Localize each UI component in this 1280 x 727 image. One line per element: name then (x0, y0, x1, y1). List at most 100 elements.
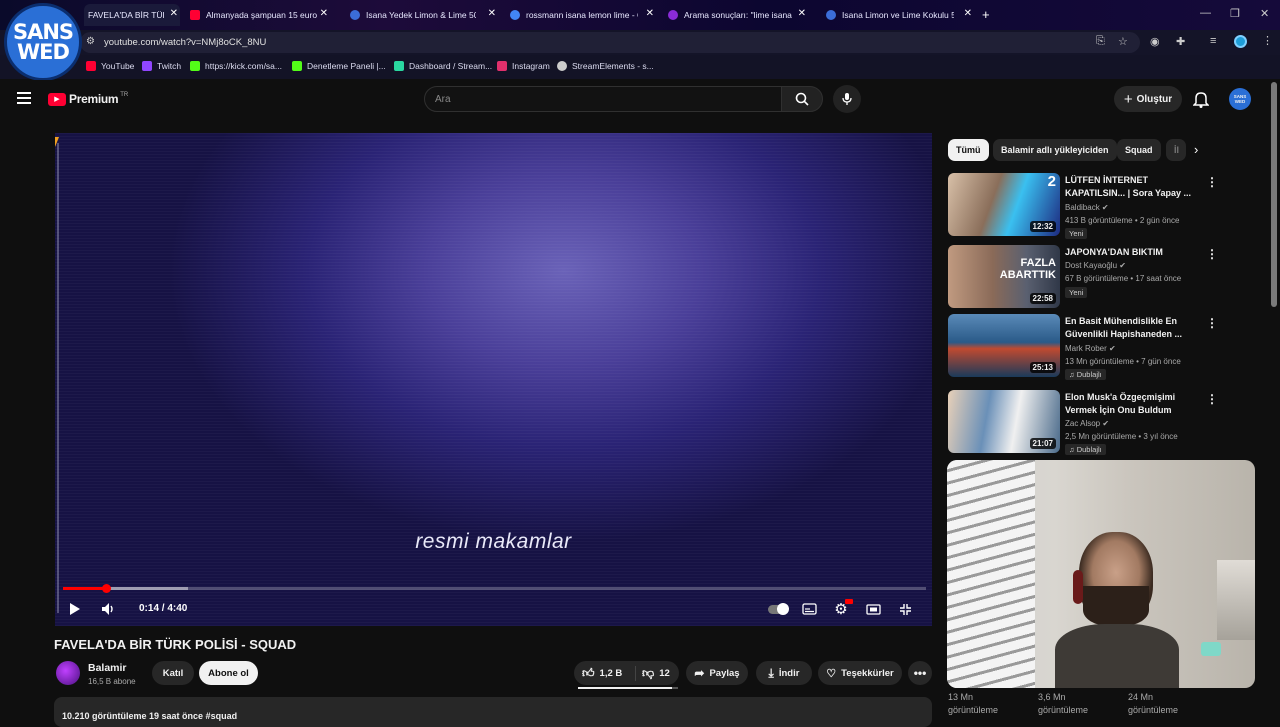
browser-tab[interactable]: FAVELA'DA BİR TÜRK POLİSİ - S ✕ (84, 4, 180, 26)
subtitles-button[interactable] (799, 599, 819, 619)
more-vertical-icon[interactable]: ⋮ (1206, 316, 1218, 330)
browser-tab[interactable]: Isana Yedek Limon & Lime 50 ✕ (350, 4, 498, 26)
minimize-icon[interactable]: — (1200, 7, 1211, 19)
autoplay-toggle[interactable] (767, 599, 789, 619)
bookmark-youtube[interactable]: YouTube (86, 61, 134, 71)
close-window-icon[interactable]: ✕ (1260, 7, 1269, 20)
more-vertical-icon[interactable]: ⋮ (1206, 175, 1218, 189)
bookmark-label: Denetleme Paneli |... (307, 61, 386, 71)
dashboard-icon (394, 61, 404, 71)
media-icon[interactable]: ≡ (1210, 35, 1216, 47)
more-vertical-icon[interactable]: ⋮ (1206, 392, 1218, 406)
puzzle-icon[interactable]: ✚ (1176, 35, 1185, 48)
bookmark-label: https://kick.com/sa... (205, 61, 282, 71)
related-view-count: 24 Mn görüntüleme (1128, 692, 1179, 715)
like-progress-indicator (578, 687, 678, 689)
thumbnail-text-overlay: FAZLA ABARTTIK (999, 257, 1056, 281)
install-icon[interactable]: ⎘ (1096, 35, 1105, 48)
close-icon[interactable]: ✕ (488, 8, 496, 19)
extension-icon[interactable]: ◉ (1150, 35, 1160, 48)
recommendation-item[interactable]: 2 12:32 LÜTFEN İNTERNET KAPATILSIN... | … (948, 173, 1224, 239)
subscribe-button[interactable]: Abone ol (199, 661, 258, 685)
bookmark-denetleme[interactable]: Denetleme Paneli |... (292, 61, 386, 71)
description-box[interactable]: 10.210 görüntüleme 19 saat önce #squad (54, 697, 932, 727)
browser-menu-icon[interactable]: ⋮ (1262, 34, 1273, 47)
search-input[interactable]: Ara (424, 86, 782, 112)
chip-squad[interactable]: Squad (1117, 139, 1161, 161)
chevron-right-icon[interactable]: › (1194, 142, 1198, 157)
youtube-logo[interactable]: ▶ Premium TR (48, 92, 128, 106)
close-icon[interactable]: ✕ (646, 8, 654, 19)
site-info-icon[interactable]: ⚙ (86, 36, 95, 47)
browser-tab[interactable]: Arama sonuçları: "lime isana lim ✕ (668, 4, 808, 26)
progress-played (63, 587, 107, 590)
verified-icon: ✔ (1101, 203, 1109, 212)
hamburger-menu-icon[interactable] (17, 92, 31, 104)
recommendation-item[interactable]: 21:07 Elon Musk'a Özgeçmişimi Vermek İçi… (948, 390, 1224, 455)
profile-icon[interactable] (1234, 35, 1247, 48)
close-icon[interactable]: ✕ (964, 8, 972, 19)
logo-line: WED (17, 40, 70, 64)
video-thumbnail[interactable]: 25:13 (948, 314, 1060, 377)
bookmark-label: Instagram (512, 61, 550, 71)
search-button[interactable] (781, 86, 823, 112)
recommendation-item[interactable]: 25:13 En Basit Mühendislikle En Güvenlik… (948, 314, 1224, 380)
close-icon[interactable]: ✕ (320, 8, 328, 19)
browser-tab[interactable]: Almanyada şampuan 15 euro d ✕ (190, 4, 330, 26)
bookmark-star-icon[interactable]: ☆ (1118, 35, 1128, 48)
maximize-icon[interactable]: ❐ (1230, 7, 1240, 20)
youtube-icon (86, 61, 96, 71)
chip-related[interactable]: İl (1166, 139, 1186, 161)
recommendation-title: JAPONYA'DAN BIKTIM (1065, 247, 1163, 257)
search-icon (795, 92, 809, 106)
voice-search-button[interactable] (833, 85, 861, 113)
video-duration: 25:13 (1029, 362, 1056, 373)
like-button[interactable]: 👍︎ 1,2 B (574, 665, 636, 681)
recommendation-item[interactable]: FAZLA ABARTTIK 22:58 JAPONYA'DAN BIKTIM D… (948, 245, 1224, 309)
chip-from-uploader[interactable]: Balamir adlı yükleyiciden (993, 139, 1117, 161)
fullscreen-button[interactable] (895, 599, 915, 619)
bookmark-streamelements[interactable]: StreamElements - s... (557, 61, 654, 71)
bookmark-instagram[interactable]: Instagram (497, 61, 550, 71)
more-vertical-icon[interactable]: ⋮ (1206, 247, 1218, 261)
bookmark-dashboard[interactable]: Dashboard / Stream... (394, 61, 492, 71)
video-thumbnail[interactable]: 21:07 (948, 390, 1060, 453)
more-actions-button[interactable]: ••• (908, 661, 932, 685)
settings-button[interactable]: ⚙ (831, 599, 853, 619)
dislike-button[interactable]: 👎︎ 12 (636, 666, 670, 681)
download-button[interactable]: ⤓ İndir (756, 661, 812, 685)
progress-bar[interactable] (63, 584, 926, 593)
video-player[interactable]: resmi makamlar 0:14 / 4:40 ⚙ (55, 133, 932, 626)
site-favicon-icon (826, 10, 836, 20)
close-icon[interactable]: ✕ (170, 8, 178, 19)
thanks-button[interactable]: ♡ Teşekkürler (818, 661, 902, 685)
new-tab-button[interactable]: + (982, 7, 990, 22)
theater-mode-button[interactable] (863, 599, 883, 619)
video-thumbnail[interactable]: FAZLA ABARTTIK 22:58 (948, 245, 1060, 308)
chip-label: Squad (1125, 145, 1153, 155)
chip-all[interactable]: Tümü (948, 139, 989, 161)
video-thumbnail[interactable]: 2 12:32 (948, 173, 1060, 236)
join-button[interactable]: Katıl (152, 661, 194, 685)
bookmark-kick[interactable]: https://kick.com/sa... (190, 61, 282, 71)
recommendation-channel: Mark Rober ✔ (1065, 344, 1116, 353)
dislike-count: 12 (659, 667, 670, 679)
notifications-bell-icon[interactable] (1192, 90, 1210, 108)
page-scrollbar[interactable] (1271, 82, 1277, 307)
chip-label: İl (1174, 145, 1180, 155)
browser-tab[interactable]: Isana Limon ve Lime Kokulu 50 ✕ (826, 4, 974, 26)
channel-name[interactable]: Balamir (88, 662, 127, 674)
url-field[interactable]: ⚙ youtube.com/watch?v=NMj8oCK_8NU ⎘ ☆ (80, 32, 1140, 53)
create-button[interactable]: + Oluştur (1114, 86, 1182, 112)
close-icon[interactable]: ✕ (798, 8, 806, 19)
play-button[interactable] (65, 599, 85, 619)
tab-title: Arama sonuçları: "lime isana lim (684, 10, 794, 20)
volume-button[interactable] (98, 599, 118, 619)
share-button[interactable]: ➦ Paylaş (686, 661, 748, 685)
verified-icon: ✔ (1119, 261, 1126, 270)
tab-title: rossmann isana lemon lime - G (526, 10, 638, 20)
bookmark-twitch[interactable]: Twitch (142, 61, 181, 71)
account-avatar[interactable]: SANS WED (1229, 88, 1251, 110)
browser-tab[interactable]: rossmann isana lemon lime - G ✕ (510, 4, 656, 26)
channel-avatar[interactable] (56, 661, 80, 685)
